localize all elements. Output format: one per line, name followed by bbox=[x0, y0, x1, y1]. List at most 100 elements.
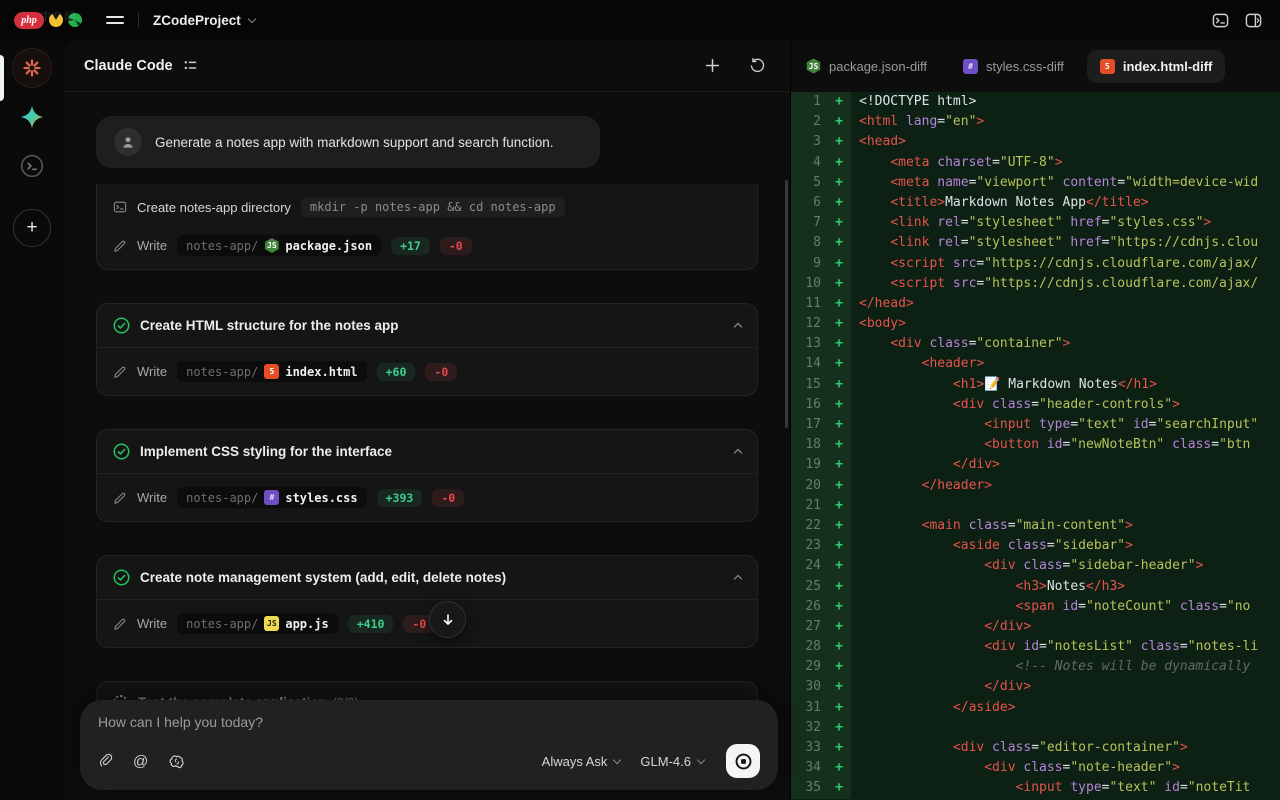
task-header[interactable]: Create HTML structure for the notes app bbox=[97, 304, 757, 347]
write-label: Write bbox=[137, 238, 167, 253]
file-chip[interactable]: notes-app/5index.html bbox=[177, 361, 367, 382]
line-number: 15 bbox=[791, 375, 827, 395]
code-text: <!DOCTYPE html> bbox=[851, 92, 1280, 112]
left-rail: + bbox=[0, 40, 64, 800]
code-text: <!-- Notes will be dynamically bbox=[851, 657, 1280, 677]
removed-lines-badge: -0 bbox=[425, 363, 457, 381]
line-number: 35 bbox=[791, 778, 827, 798]
code-text: <meta name="viewport" content="width=dev… bbox=[851, 173, 1280, 193]
line-number: 26 bbox=[791, 597, 827, 617]
scroll-to-bottom-button[interactable] bbox=[429, 601, 466, 638]
step-row[interactable]: Writenotes-app/JSapp.js+410-0 bbox=[97, 604, 757, 643]
terminal-icon[interactable] bbox=[1208, 8, 1233, 33]
permission-mode-select[interactable]: Always Ask bbox=[542, 754, 621, 769]
diff-added-marker: + bbox=[827, 536, 851, 556]
tab-styles-css-diff[interactable]: # styles.css-diff bbox=[950, 50, 1077, 83]
write-label: Write bbox=[137, 616, 167, 631]
code-line: 32+ bbox=[791, 718, 1280, 738]
line-number: 10 bbox=[791, 274, 827, 294]
code-text: <h1>📝 Markdown Notes</h1> bbox=[851, 375, 1280, 395]
conversation-scroll[interactable]: Generate a notes app with markdown suppo… bbox=[64, 92, 790, 800]
line-number: 5 bbox=[791, 173, 827, 193]
code-text: <aside class="sidebar"> bbox=[851, 536, 1280, 556]
mention-icon[interactable]: @ bbox=[133, 753, 148, 770]
code-text: <meta charset="UTF-8"> bbox=[851, 153, 1280, 173]
code-line: 5+ <meta name="viewport" content="width=… bbox=[791, 173, 1280, 193]
code-text: </div> bbox=[851, 677, 1280, 697]
code-text bbox=[851, 718, 1280, 738]
step-label: Create notes-app directory bbox=[137, 200, 291, 215]
file-chip[interactable]: notes-app/JSpackage.json bbox=[177, 235, 381, 256]
code-text: <title>Markdown Notes App</title> bbox=[851, 193, 1280, 213]
user-message-bubble: Generate a notes app with markdown suppo… bbox=[96, 116, 600, 168]
line-number: 8 bbox=[791, 233, 827, 253]
code-line: 27+ </div> bbox=[791, 617, 1280, 637]
gemini-agent-icon[interactable] bbox=[12, 97, 52, 137]
paperclip-icon[interactable] bbox=[98, 753, 113, 769]
step-row[interactable]: Create notes-app directorymkdir -p notes… bbox=[97, 188, 757, 226]
added-lines-badge: +393 bbox=[377, 489, 423, 507]
task-header[interactable]: Create note management system (add, edit… bbox=[97, 556, 757, 599]
code-line: 18+ <button id="newNoteBtn" class="btn bbox=[791, 435, 1280, 455]
task-card: Create HTML structure for the notes app W… bbox=[96, 303, 758, 396]
tab-label: package.json-diff bbox=[829, 59, 927, 74]
task-list-icon[interactable] bbox=[183, 58, 198, 73]
task-title: Implement CSS styling for the interface bbox=[140, 444, 725, 459]
collapse-chevron-icon[interactable] bbox=[734, 323, 742, 331]
code-line: 24+ <div class="sidebar-header"> bbox=[791, 556, 1280, 576]
file-chip[interactable]: notes-app/#styles.css bbox=[177, 487, 367, 508]
code-line: 7+ <link rel="stylesheet" href="styles.c… bbox=[791, 213, 1280, 233]
diff-added-marker: + bbox=[827, 213, 851, 233]
brand-logos: php 中文网 bbox=[14, 12, 92, 29]
tab-index-html-diff[interactable]: 5 index.html-diff bbox=[1087, 50, 1226, 83]
watermark-text: 中文网 bbox=[40, 8, 76, 24]
diff-added-marker: + bbox=[827, 476, 851, 496]
write-label: Write bbox=[137, 364, 167, 379]
panel-toggle-icon[interactable] bbox=[1241, 8, 1266, 33]
brain-icon[interactable] bbox=[168, 754, 185, 769]
step-row[interactable]: Writenotes-app/JSpackage.json+17-0 bbox=[97, 226, 757, 265]
removed-lines-badge: -0 bbox=[440, 237, 472, 255]
add-agent-button[interactable]: + bbox=[13, 209, 51, 247]
step-row[interactable]: Writenotes-app/5index.html+60-0 bbox=[97, 352, 757, 391]
step-row[interactable]: Writenotes-app/#styles.css+393-0 bbox=[97, 478, 757, 517]
task-card: Implement CSS styling for the interfaceW… bbox=[96, 429, 758, 522]
chat-scrollbar-thumb[interactable] bbox=[785, 180, 788, 428]
project-switcher[interactable]: ZCodeProject bbox=[153, 13, 255, 28]
code-line: 30+ </div> bbox=[791, 677, 1280, 697]
code-line: 23+ <aside class="sidebar"> bbox=[791, 536, 1280, 556]
model-value: GLM-4.6 bbox=[640, 754, 691, 769]
terminal-agent-icon[interactable] bbox=[12, 146, 52, 186]
diff-code-view[interactable]: 1+<!DOCTYPE html>2+<html lang="en">3+<he… bbox=[791, 92, 1280, 800]
js-file-icon: JS bbox=[264, 616, 279, 631]
collapse-chevron-icon[interactable] bbox=[734, 449, 742, 457]
diff-added-marker: + bbox=[827, 718, 851, 738]
menu-icon[interactable] bbox=[106, 16, 124, 24]
claude-agent-icon[interactable] bbox=[12, 48, 52, 88]
prompt-input[interactable] bbox=[98, 714, 760, 736]
diff-added-marker: + bbox=[827, 193, 851, 213]
line-number: 2 bbox=[791, 112, 827, 132]
history-icon[interactable] bbox=[745, 53, 770, 78]
code-text: <head> bbox=[851, 132, 1280, 152]
tab-package-json-diff[interactable]: JS package.json-diff bbox=[793, 50, 940, 83]
model-select[interactable]: GLM-4.6 bbox=[640, 754, 704, 769]
file-chip[interactable]: notes-app/JSapp.js bbox=[177, 613, 338, 634]
diff-added-marker: + bbox=[827, 153, 851, 173]
file-dir: notes-app/ bbox=[186, 239, 258, 253]
task-title: Create HTML structure for the notes app bbox=[140, 318, 725, 333]
task-header[interactable]: Implement CSS styling for the interface bbox=[97, 430, 757, 473]
task-card: Create notes-app directorymkdir -p notes… bbox=[96, 184, 758, 270]
stop-generation-button[interactable] bbox=[726, 744, 760, 778]
code-text: <span id="noteCount" class="no bbox=[851, 597, 1280, 617]
code-text: <div class="note-header"> bbox=[851, 758, 1280, 778]
code-line: 21+ bbox=[791, 496, 1280, 516]
pencil-icon bbox=[113, 617, 127, 631]
collapse-chevron-icon[interactable] bbox=[734, 575, 742, 583]
pencil-icon bbox=[113, 491, 127, 505]
code-text: <div class="header-controls"> bbox=[851, 395, 1280, 415]
new-chat-icon[interactable] bbox=[700, 53, 725, 78]
diff-added-marker: + bbox=[827, 233, 851, 253]
diff-added-marker: + bbox=[827, 254, 851, 274]
code-text: <link rel="stylesheet" href="styles.css"… bbox=[851, 213, 1280, 233]
